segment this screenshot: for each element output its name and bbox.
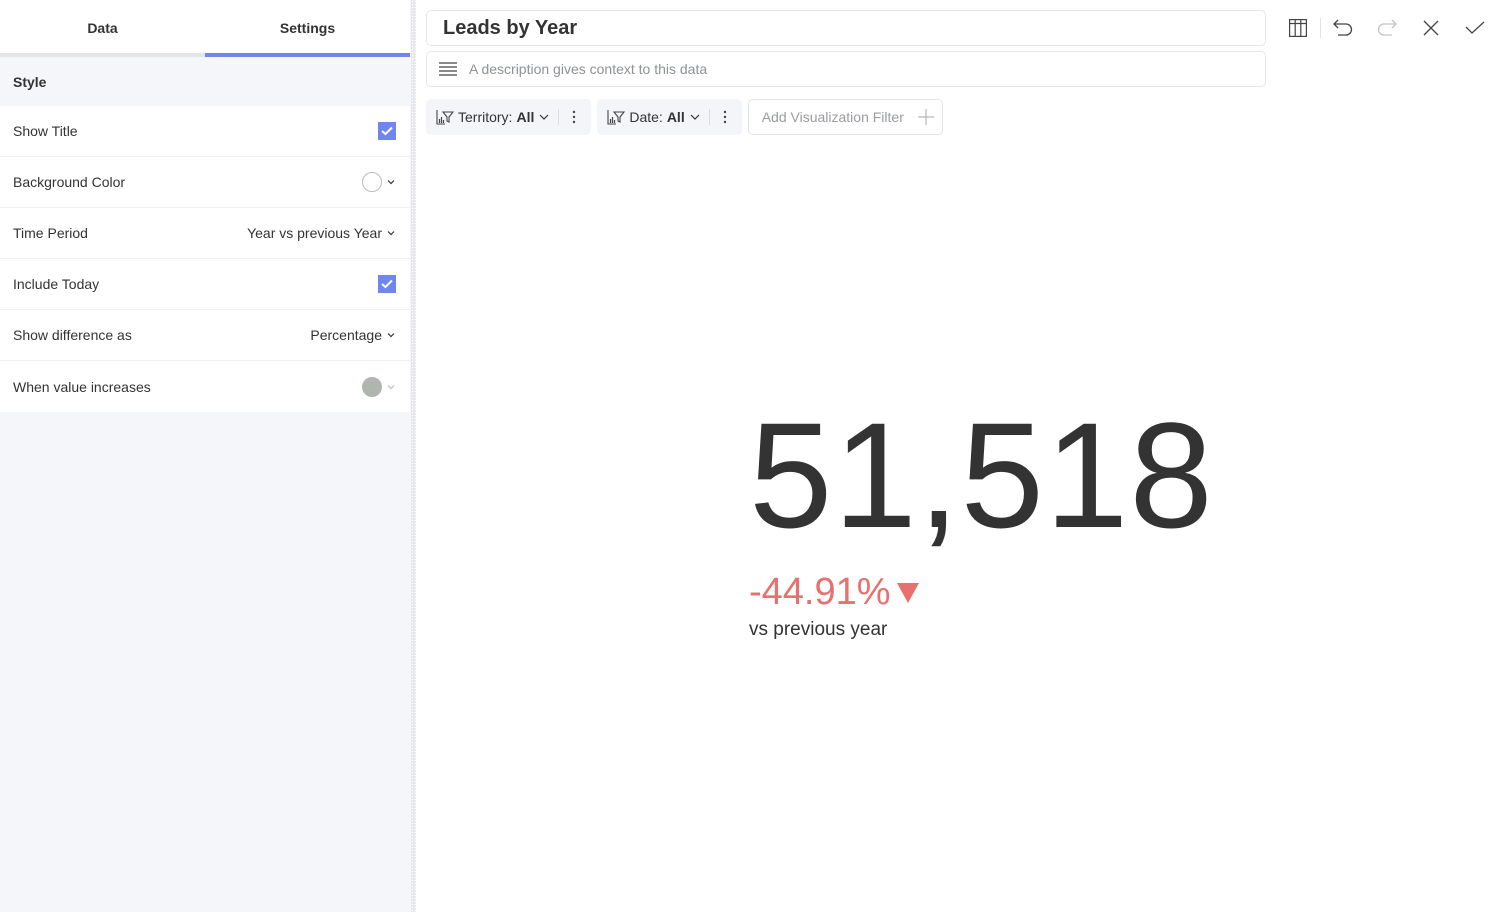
include-today-checkbox[interactable] <box>378 275 396 293</box>
show-title-checkbox[interactable] <box>378 122 396 140</box>
toolbar-separator <box>1320 18 1321 38</box>
panel-tabs: Data Settings <box>0 0 410 57</box>
chevron-down-icon <box>387 384 395 389</box>
redo-button[interactable] <box>1371 14 1403 42</box>
chevron-down-icon <box>387 333 395 338</box>
filter-separator <box>708 109 710 125</box>
kpi-caption: vs previous year <box>749 619 888 640</box>
setting-label: Time Period <box>13 225 88 241</box>
filter-bar: Territory: All Date: All Add Visualizati… <box>426 99 943 135</box>
checkmark-icon <box>381 126 393 136</box>
filter-separator <box>558 109 560 125</box>
setting-include-today: Include Today <box>0 259 410 310</box>
tab-data[interactable]: Data <box>0 0 205 57</box>
filter-name: Date: <box>629 109 663 125</box>
add-filter-label: Add Visualization Filter <box>761 109 904 125</box>
section-title-style: Style <box>13 74 47 90</box>
setting-label: Background Color <box>13 174 126 190</box>
tab-underline <box>0 53 205 57</box>
panel-resize-handle[interactable] <box>411 0 416 912</box>
filter-value: All <box>666 109 685 125</box>
time-period-value: Year vs previous Year <box>247 225 382 241</box>
table-icon <box>1289 19 1307 37</box>
plus-icon <box>917 109 934 125</box>
filter-territory[interactable]: Territory: All <box>426 99 592 135</box>
tab-underline-active <box>205 53 410 57</box>
chevron-down-icon <box>387 231 395 236</box>
confirm-button[interactable] <box>1459 14 1491 42</box>
tab-settings-label: Settings <box>279 20 336 36</box>
close-icon <box>1423 20 1439 36</box>
kpi-value: 51,518 <box>749 391 1214 559</box>
time-period-dropdown[interactable]: Year vs previous Year <box>247 225 396 241</box>
text-lines-icon <box>439 62 457 76</box>
setting-show-title: Show Title <box>0 106 410 157</box>
chevron-down-icon <box>387 180 395 185</box>
more-vertical-icon <box>723 110 726 124</box>
setting-label: Show difference as <box>13 327 132 343</box>
background-color-picker[interactable] <box>362 172 396 192</box>
visualization-title: Leads by Year <box>443 17 578 39</box>
add-visualization-filter-button[interactable]: Add Visualization Filter <box>747 99 943 135</box>
chevron-down-icon <box>539 114 549 120</box>
chevron-down-icon <box>690 114 700 120</box>
show-difference-value: Percentage <box>310 327 382 343</box>
more-vertical-icon <box>573 110 576 124</box>
settings-list: Show Title Background Color Time Period … <box>0 106 410 412</box>
setting-show-difference-as: Show difference as Percentage <box>0 310 410 361</box>
kpi-difference: -44.91% <box>749 571 919 614</box>
filter-chart-icon <box>436 110 454 125</box>
checkmark-icon <box>1465 21 1485 34</box>
setting-label: Include Today <box>13 276 100 292</box>
title-field[interactable]: Leads by Year <box>426 10 1266 46</box>
description-placeholder: A description gives context to this data <box>469 61 708 77</box>
checkmark-icon <box>381 279 393 289</box>
tab-data-label: Data <box>87 20 118 36</box>
visualization-editor: Data Settings Style Show Title Backgroun… <box>0 0 1511 912</box>
close-button[interactable] <box>1415 14 1447 42</box>
kpi-widget: 51,518 -44.91% vs previous year <box>749 391 1214 640</box>
description-field[interactable]: A description gives context to this data <box>426 51 1266 87</box>
show-difference-dropdown[interactable]: Percentage <box>310 327 396 343</box>
redo-icon <box>1377 19 1397 36</box>
setting-label: Show Title <box>13 123 78 139</box>
setting-background-color: Background Color <box>0 157 410 208</box>
undo-icon <box>1333 19 1353 36</box>
tab-settings[interactable]: Settings <box>205 0 410 57</box>
filter-name: Territory: <box>458 109 513 125</box>
setting-label: When value increases <box>13 378 151 395</box>
settings-panel: Data Settings Style Show Title Backgroun… <box>0 0 411 912</box>
table-view-button[interactable] <box>1282 14 1314 42</box>
kpi-difference-value: -44.91% <box>749 571 891 613</box>
filter-chart-icon <box>607 110 626 125</box>
editor-toolbar <box>1282 14 1491 42</box>
setting-time-period: Time Period Year vs previous Year <box>0 208 410 259</box>
filter-date[interactable]: Date: All <box>597 99 742 135</box>
color-swatch-icon <box>362 376 382 397</box>
increase-color-picker[interactable] <box>362 376 396 397</box>
color-swatch-icon <box>362 172 382 192</box>
filter-menu-button[interactable] <box>567 110 581 124</box>
undo-button[interactable] <box>1327 14 1359 42</box>
filter-menu-button[interactable] <box>718 110 732 124</box>
setting-when-value-increases: When value increases <box>0 361 410 412</box>
triangle-down-icon <box>896 582 919 603</box>
filter-value: All <box>516 109 535 125</box>
